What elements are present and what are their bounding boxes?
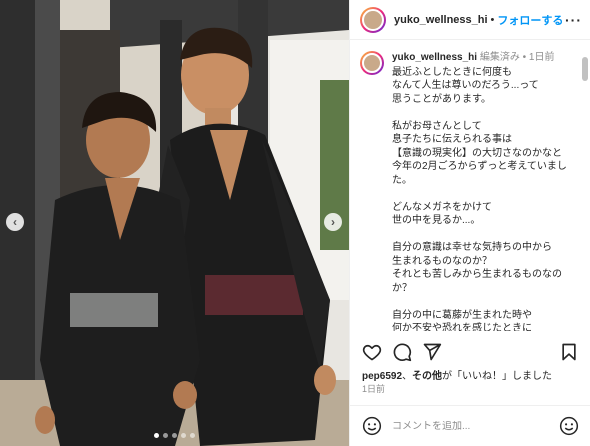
post-header: yuko_wellness_hi • フォローする ···	[350, 0, 590, 40]
meta-separator: •	[522, 52, 527, 63]
comment-icon[interactable]	[392, 342, 412, 362]
caption-time: 1日前	[528, 52, 555, 63]
photo-image	[0, 0, 349, 446]
author-username[interactable]: yuko_wellness_hi	[394, 14, 488, 26]
likes-others-link[interactable]: その他	[412, 371, 442, 382]
chevron-right-icon: ›	[331, 215, 335, 229]
send-icon[interactable]	[422, 342, 442, 362]
caption-section: yuko_wellness_hi 編集済み • 1日前 最近ふとしたときに何度も…	[350, 41, 590, 331]
caption-scrollbar[interactable]	[582, 55, 588, 335]
heart-icon[interactable]	[362, 342, 382, 362]
author-avatar[interactable]	[360, 6, 386, 33]
liker-username[interactable]: pep6592	[362, 371, 402, 382]
scrollbar-thumb[interactable]	[582, 57, 588, 81]
more-options-icon[interactable]: ···	[565, 12, 582, 28]
carousel-dot	[181, 433, 186, 438]
follow-button[interactable]: フォローする	[497, 12, 563, 28]
previous-slide-button[interactable]: ‹	[6, 213, 24, 231]
carousel-dot	[154, 433, 159, 438]
likes-suffix: が「いいね！」しました	[442, 371, 553, 382]
smile-icon[interactable]	[559, 416, 579, 436]
caption-text: 最近ふとしたときに何度も なんて人生は尊いのだろう...って 思うことがあります…	[392, 66, 567, 332]
carousel-indicator	[0, 433, 349, 438]
bookmark-icon[interactable]	[559, 342, 579, 362]
comment-input[interactable]	[392, 420, 559, 432]
edited-label: 編集済み	[479, 52, 520, 63]
carousel-dot	[172, 433, 177, 438]
emoji-icon[interactable]	[362, 416, 382, 436]
next-slide-button[interactable]: ›	[324, 213, 342, 231]
post-photo[interactable]: ‹ ›	[0, 0, 349, 446]
caption-avatar[interactable]	[360, 51, 384, 75]
header-separator: •	[490, 13, 495, 26]
carousel-dot	[163, 433, 168, 438]
comment-bar	[350, 405, 590, 446]
carousel-dot	[190, 433, 195, 438]
post-side-panel: yuko_wellness_hi • フォローする ··· yuko_welln…	[349, 0, 590, 446]
action-bar	[350, 340, 590, 364]
caption-username[interactable]: yuko_wellness_hi	[392, 52, 477, 63]
likes-separator: 、	[402, 371, 413, 382]
likes-summary: pep6592、その他が「いいね！」しました	[362, 367, 552, 382]
post-date: 1日前	[362, 384, 386, 394]
chevron-left-icon: ‹	[13, 215, 17, 229]
